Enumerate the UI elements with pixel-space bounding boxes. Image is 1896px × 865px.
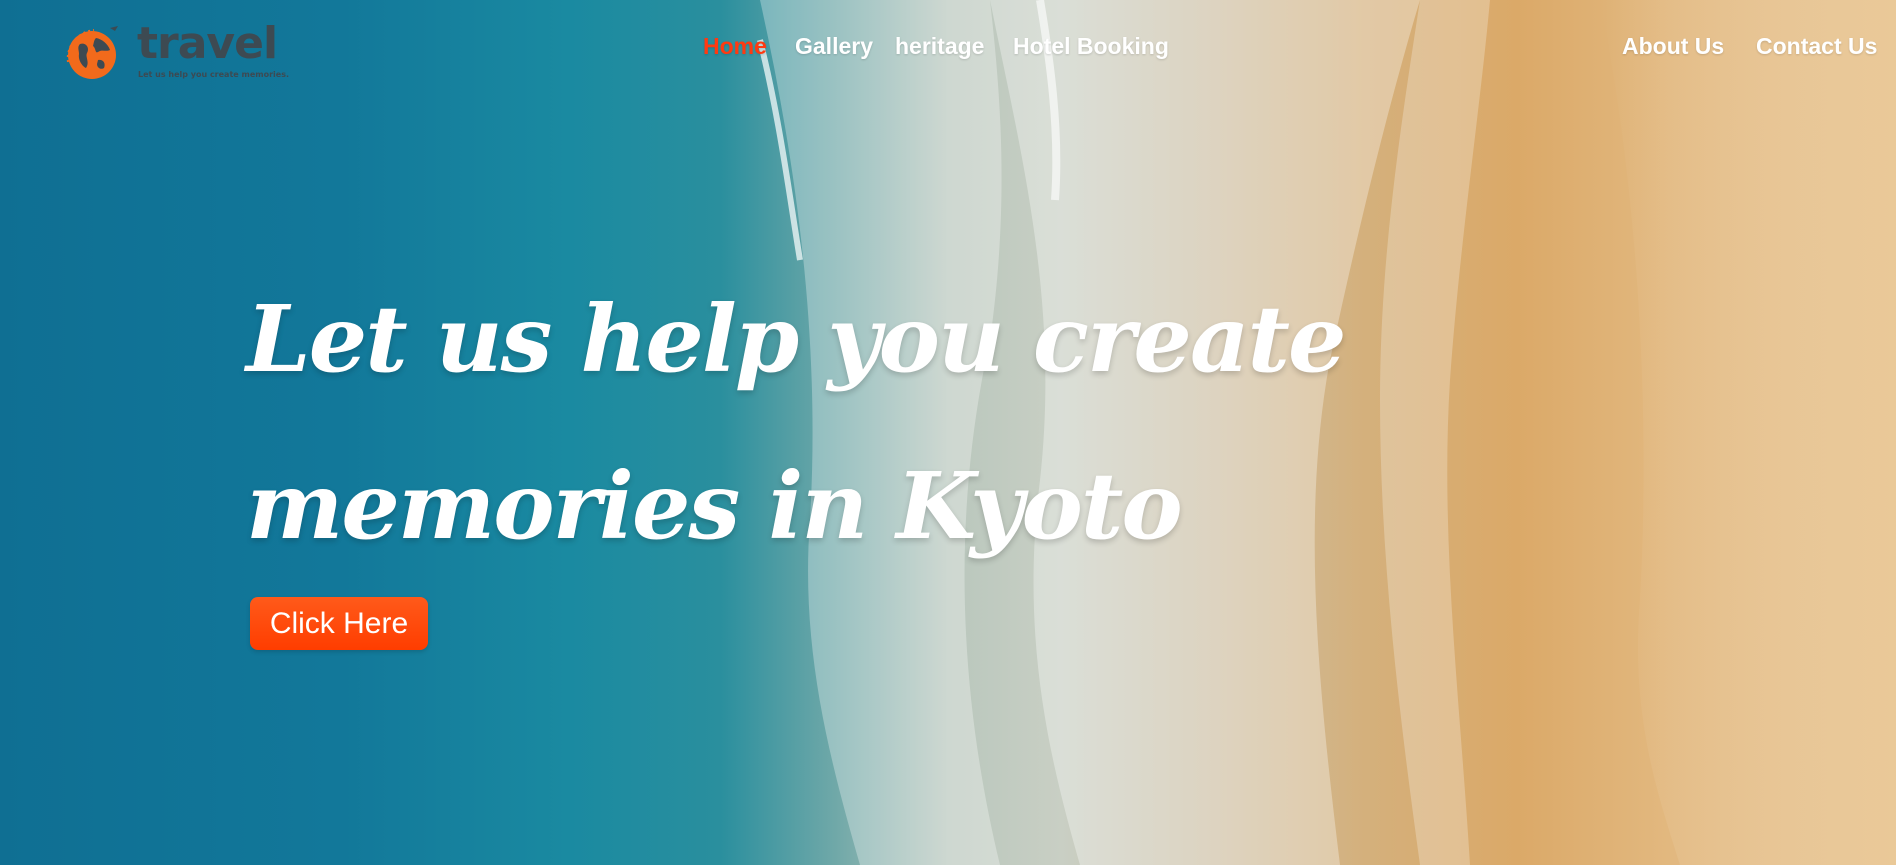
hero-headline-line1: Let us help you create [246,285,1347,393]
beach-background-image [757,0,1896,865]
nav-contact-us[interactable]: Contact Us [1756,33,1877,60]
click-here-button[interactable]: Click Here [250,597,428,650]
nav-about-us[interactable]: About Us [1622,33,1724,60]
nav-hotel-booking[interactable]: Hotel Booking [1013,33,1169,60]
site-logo[interactable]: travel Let us help you create memories. [50,12,289,82]
nav-heritage[interactable]: heritage [895,33,984,60]
nav-home[interactable]: Home [703,33,767,60]
hero-section [0,0,1896,865]
nav-gallery[interactable]: Gallery [795,33,873,60]
brand-tagline: Let us help you create memories. [138,70,289,79]
hero-headline-line2: memories in Kyoto [246,452,1183,560]
globe-airplane-icon [66,26,118,79]
brand-name: travel [137,18,278,69]
